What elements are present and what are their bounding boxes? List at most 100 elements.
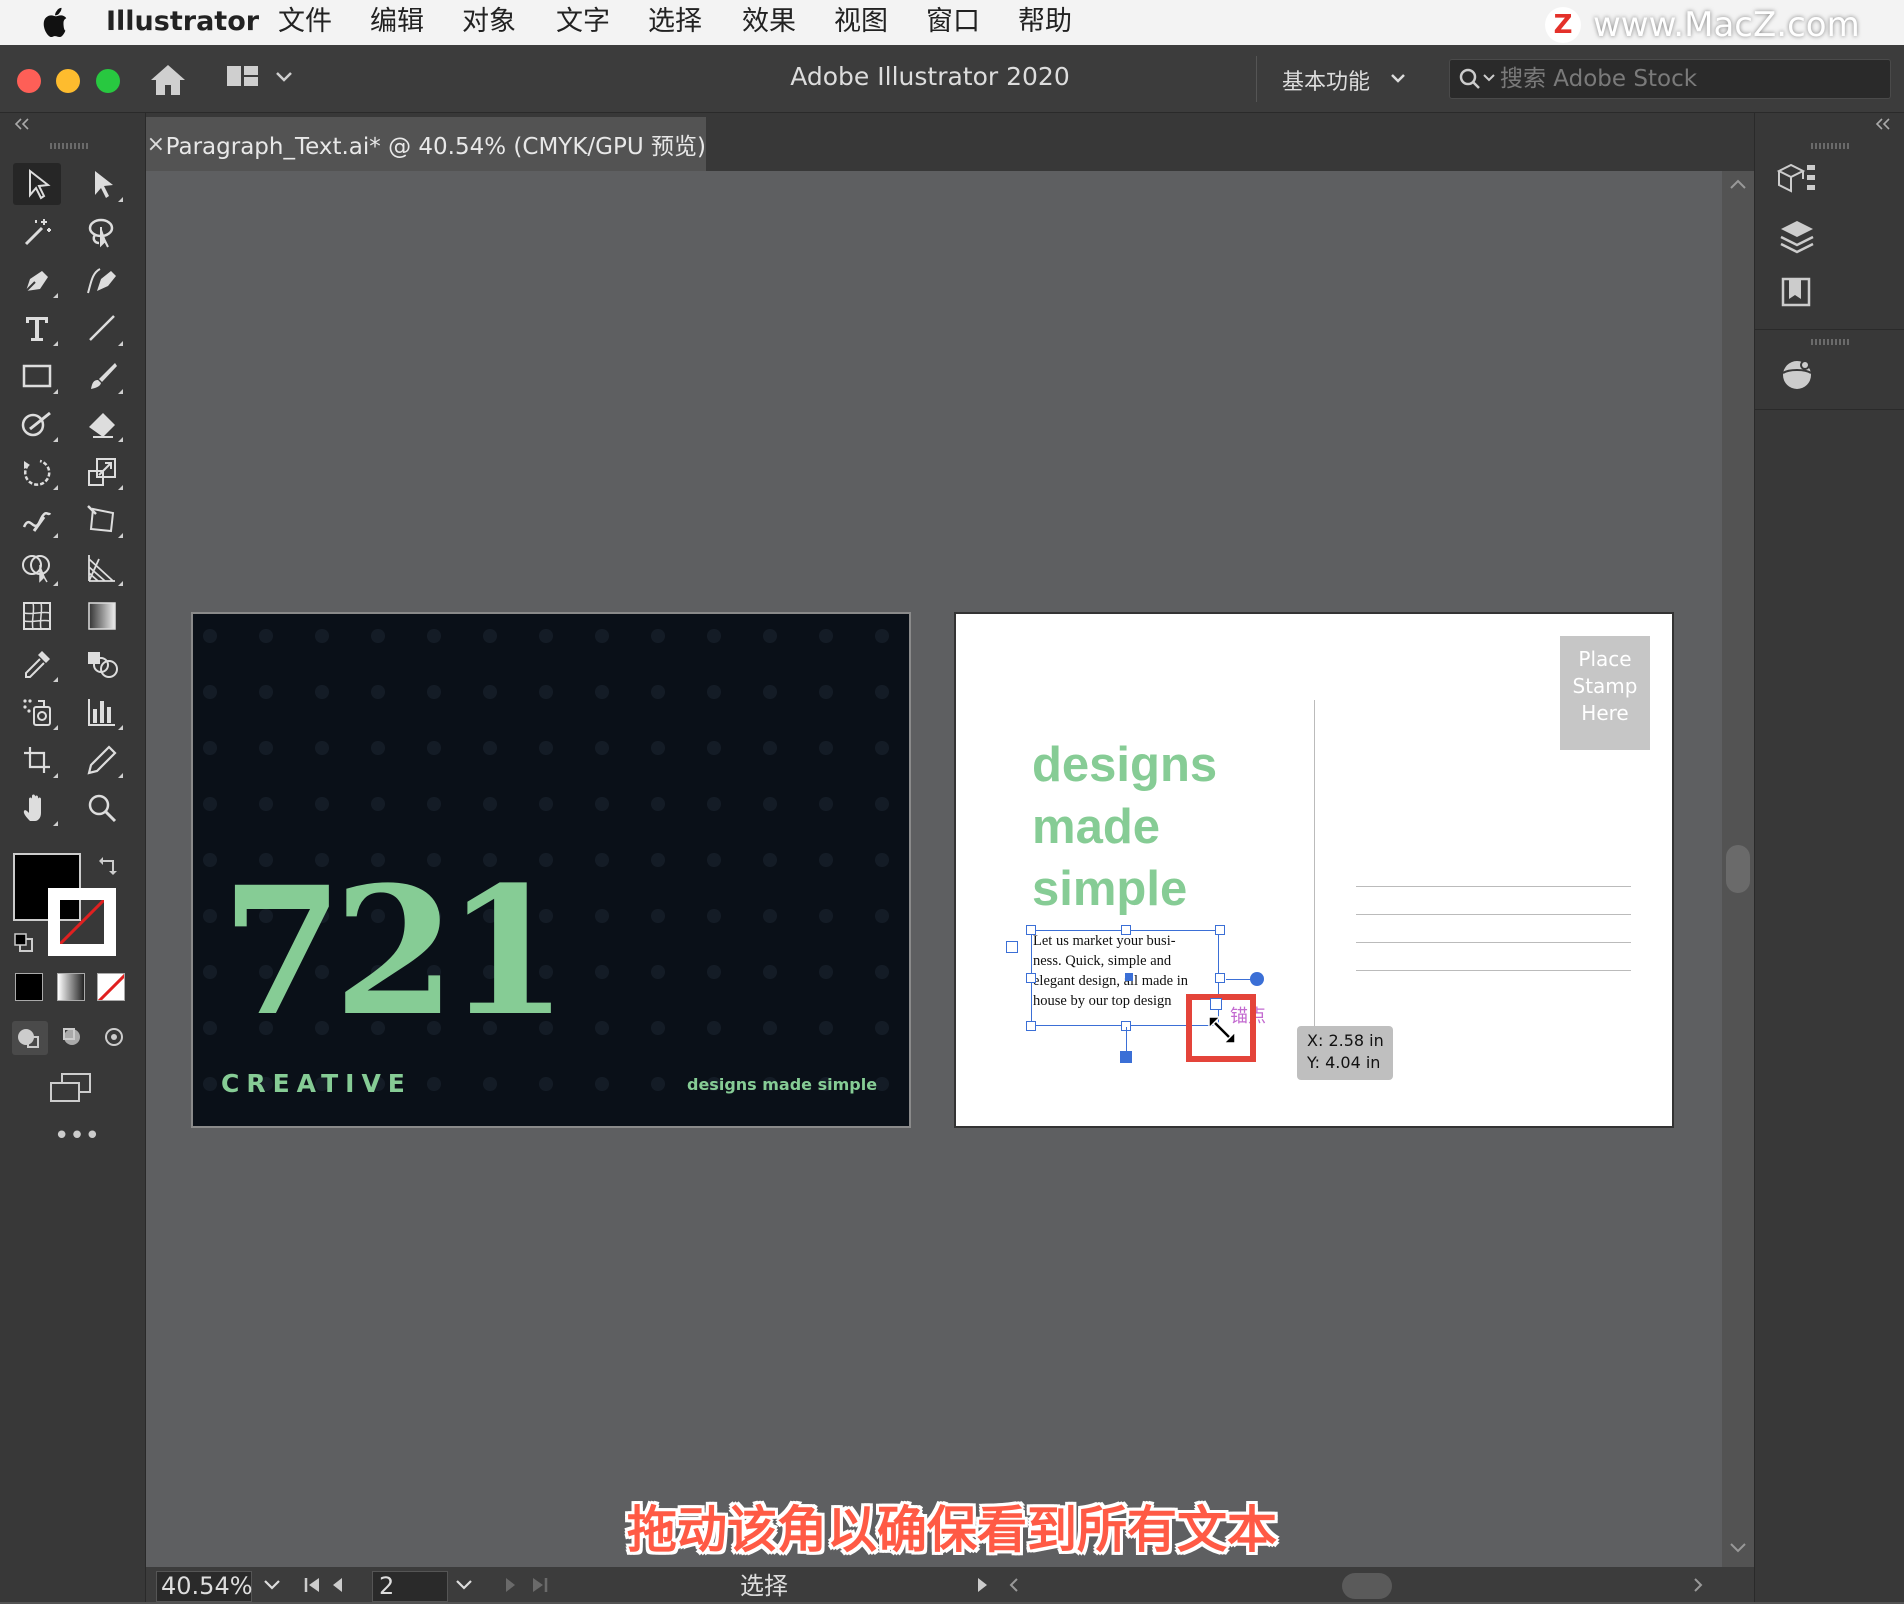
menu-select[interactable]: 选择 xyxy=(648,5,702,39)
chevron-down-icon[interactable] xyxy=(454,1577,474,1593)
arrange-documents-icon[interactable] xyxy=(226,64,262,90)
resize-handle[interactable] xyxy=(1026,973,1036,983)
resize-handle[interactable] xyxy=(1026,925,1036,935)
eyedropper-tool[interactable] xyxy=(13,643,61,685)
color-mode-none[interactable] xyxy=(97,973,125,1001)
stroke-swatch[interactable] xyxy=(48,888,116,956)
vertical-scroll-thumb[interactable] xyxy=(1726,845,1750,893)
free-transform-tool[interactable] xyxy=(78,499,126,541)
line-segment-tool[interactable] xyxy=(78,307,126,349)
document-tab[interactable]: × Paragraph_Text.ai* @ 40.54% (CMYK/GPU … xyxy=(146,117,706,171)
shape-builder-tool[interactable] xyxy=(13,547,61,589)
menu-object[interactable]: 对象 xyxy=(462,5,516,39)
vertical-scrollbar[interactable] xyxy=(1722,171,1754,1567)
draw-behind-button[interactable] xyxy=(56,1021,92,1055)
hand-icon xyxy=(23,794,41,821)
type-tool[interactable] xyxy=(13,307,61,349)
first-artboard-icon[interactable] xyxy=(302,1576,322,1594)
workspace-switcher[interactable]: 基本功能 xyxy=(1282,64,1370,96)
gradient-tool[interactable] xyxy=(78,595,126,637)
type-widget[interactable] xyxy=(1250,972,1264,986)
scroll-right-icon[interactable] xyxy=(1690,1576,1706,1594)
default-fill-stroke-icon[interactable] xyxy=(12,931,36,955)
appearance-sphere-icon[interactable] xyxy=(1775,353,1819,397)
resize-handle[interactable] xyxy=(1215,925,1225,935)
last-artboard-icon[interactable] xyxy=(530,1576,550,1594)
mesh-tool[interactable] xyxy=(13,595,61,637)
resize-handle[interactable] xyxy=(1210,998,1222,1010)
swap-fill-stroke-icon[interactable] xyxy=(97,853,121,877)
color-mode-gradient[interactable] xyxy=(57,973,85,1001)
adobe-stock-search[interactable] xyxy=(1449,59,1891,99)
chevron-down-icon[interactable] xyxy=(1388,68,1408,88)
collapse-panel-icon[interactable] xyxy=(1873,117,1893,131)
menu-app-name[interactable]: Illustrator xyxy=(106,5,259,39)
status-menu-arrow-icon[interactable] xyxy=(974,1576,990,1594)
artboards-panel-icon[interactable] xyxy=(1777,273,1815,311)
direct-selection-tool[interactable] xyxy=(78,163,126,205)
libraries-3d-icon[interactable] xyxy=(1775,161,1819,203)
close-tab-button[interactable]: × xyxy=(146,132,166,157)
resize-handle[interactable] xyxy=(1215,973,1225,983)
chevron-down-icon[interactable] xyxy=(274,68,294,84)
curvature-tool[interactable] xyxy=(78,259,126,301)
pen-tool[interactable] xyxy=(13,259,61,301)
zoom-tool[interactable] xyxy=(78,787,126,829)
scroll-up-icon[interactable] xyxy=(1728,177,1748,191)
column-widget[interactable] xyxy=(1120,1051,1132,1063)
shaper-tool[interactable] xyxy=(13,403,61,445)
slice-tool[interactable] xyxy=(78,739,126,781)
selection-tool[interactable] xyxy=(13,163,61,205)
artboard-tool[interactable] xyxy=(13,739,61,781)
scale-tool[interactable] xyxy=(78,451,126,493)
edit-toolbar-button[interactable]: ••• xyxy=(54,1121,100,1151)
apple-icon[interactable] xyxy=(40,6,70,38)
minimize-window-button[interactable] xyxy=(56,69,80,93)
collapse-panel-icon[interactable] xyxy=(12,117,32,131)
draw-inside-button[interactable] xyxy=(96,1021,132,1055)
resize-handle[interactable] xyxy=(1121,925,1131,935)
hand-tool[interactable] xyxy=(13,787,61,829)
resize-handle[interactable] xyxy=(1026,1021,1036,1031)
watermark-logo: Z xyxy=(1545,7,1581,43)
layers-icon[interactable] xyxy=(1777,217,1817,255)
next-artboard-icon[interactable] xyxy=(502,1576,518,1594)
horizontal-scroll-thumb[interactable] xyxy=(1342,1573,1392,1599)
search-input[interactable] xyxy=(1500,64,1880,94)
panel-grip[interactable] xyxy=(50,143,90,149)
menu-edit[interactable]: 编辑 xyxy=(370,5,424,39)
menu-file[interactable]: 文件 xyxy=(278,5,332,39)
in-port-handle[interactable] xyxy=(1006,941,1018,953)
zoom-field[interactable]: 40.54% xyxy=(156,1571,253,1602)
eraser-tool[interactable] xyxy=(78,403,126,445)
blend-tool[interactable] xyxy=(78,643,126,685)
paintbrush-tool[interactable] xyxy=(78,355,126,397)
chevron-down-icon[interactable] xyxy=(262,1577,282,1593)
magic-wand-tool[interactable] xyxy=(13,211,61,253)
warp-tool[interactable] xyxy=(13,499,61,541)
zoom-window-button[interactable] xyxy=(96,69,120,93)
menu-help[interactable]: 帮助 xyxy=(1018,5,1072,39)
draw-normal-button[interactable] xyxy=(12,1021,48,1055)
lasso-tool[interactable] xyxy=(78,211,126,253)
color-mode-solid[interactable] xyxy=(15,973,43,1001)
artboard-postcard-front[interactable]: 721 CREATIVE designs made simple xyxy=(193,614,909,1126)
rotate-tool[interactable] xyxy=(13,451,61,493)
menu-effect[interactable]: 效果 xyxy=(742,5,796,39)
close-window-button[interactable] xyxy=(17,69,41,93)
scroll-left-icon[interactable] xyxy=(1006,1576,1022,1594)
menu-view[interactable]: 视图 xyxy=(834,5,888,39)
home-icon[interactable] xyxy=(148,62,188,98)
menu-window[interactable]: 窗口 xyxy=(926,5,980,39)
artboard-number-field[interactable]: 2 xyxy=(372,1571,448,1602)
symbol-sprayer-tool[interactable] xyxy=(13,691,61,733)
column-graph-tool[interactable] xyxy=(78,691,126,733)
previous-artboard-icon[interactable] xyxy=(330,1576,346,1594)
coordinate-tooltip: X: 2.58 in Y: 4.04 in xyxy=(1297,1026,1393,1080)
rectangle-tool[interactable] xyxy=(13,355,61,397)
panel-grip[interactable] xyxy=(1811,143,1851,149)
panel-grip[interactable] xyxy=(1811,339,1851,345)
change-screen-mode-icon[interactable] xyxy=(48,1071,94,1105)
perspective-grid-tool[interactable] xyxy=(78,547,126,589)
menu-type[interactable]: 文字 xyxy=(556,5,610,39)
